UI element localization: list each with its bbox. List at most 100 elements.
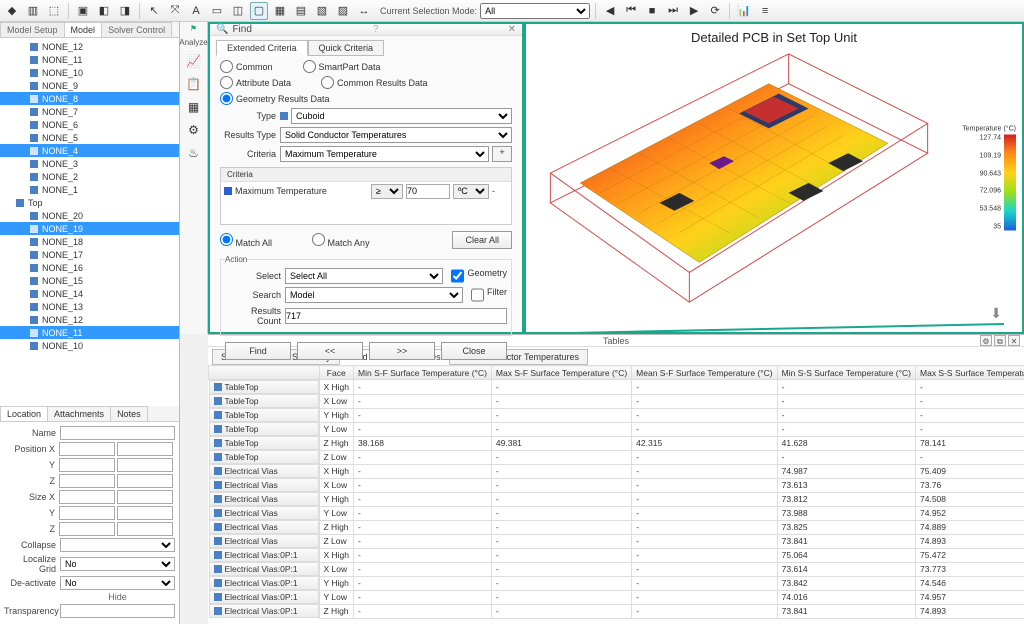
posx-unit[interactable] [117,442,173,456]
sizex-field[interactable] [59,490,115,504]
find-button[interactable]: Find [225,342,291,360]
tree-item[interactable]: NONE_7 [0,105,179,118]
tree-item[interactable]: NONE_10 [0,339,179,352]
sizey-unit[interactable] [117,506,173,520]
analyze-table-icon[interactable]: ▦ [185,98,203,116]
tool-move-icon[interactable]: ⤧ [166,2,184,20]
sizey-field[interactable] [59,506,115,520]
clear-all-button[interactable]: Clear All [452,231,512,249]
table-row[interactable]: Electrical ViasY Low---73.98874.95274.35… [209,506,1024,520]
column-header[interactable]: Max S-S Surface Temperature (°C) [916,366,1024,380]
posz-unit[interactable] [117,474,173,488]
tool-ruler-icon[interactable]: ↔ [355,2,373,20]
refresh-icon[interactable]: ⟳ [706,2,724,20]
next-button[interactable]: >> [369,342,435,360]
tree-item[interactable]: NONE_14 [0,287,179,300]
play-prev-icon[interactable]: ⏮ [622,2,640,20]
tool-app-icon[interactable]: ◆ [3,2,21,20]
tree-item[interactable]: NONE_4 [0,144,179,157]
tree-item[interactable]: NONE_17 [0,248,179,261]
tool-cube-icon[interactable]: ◧ [95,2,113,20]
tree-item[interactable]: NONE_2 [0,170,179,183]
column-header[interactable] [209,366,320,380]
radio-commonres[interactable]: Common Results Data [321,76,428,89]
criteria-op-select[interactable]: ≥ [371,184,403,199]
tree-item[interactable]: NONE_6 [0,118,179,131]
tab-location[interactable]: Location [0,406,48,421]
table-row[interactable]: Electrical ViasZ High---73.82574.88974.1… [209,520,1024,534]
radio-common[interactable]: Common [220,60,273,73]
tree-item[interactable]: NONE_11 [0,53,179,66]
table-row[interactable]: TableTopX High----------- [209,380,1024,395]
tool-select-icon[interactable]: ↖ [145,2,163,20]
table-row[interactable]: Electrical ViasY High---73.81274.50874.0… [209,492,1024,506]
selection-mode-select[interactable]: All [480,3,590,19]
table-row[interactable]: TableTopY High----------- [209,408,1024,422]
radio-attribute[interactable]: Attribute Data [220,76,291,89]
tool-frame-icon[interactable]: ▢ [250,2,268,20]
tool-palette-icon[interactable]: ▦ [271,2,289,20]
tree-item[interactable]: NONE_11 [0,326,179,339]
prev-button[interactable]: << [297,342,363,360]
tree-item[interactable]: NONE_16 [0,261,179,274]
tool-grid-icon[interactable]: ▤ [292,2,310,20]
table-close-icon[interactable]: ✕ [1008,335,1020,346]
table-row[interactable]: Electrical Vias:0P:1Z High---73.84174.89… [209,604,1024,618]
tool-layers2-icon[interactable]: ▨ [334,2,352,20]
tree-item[interactable]: NONE_10 [0,66,179,79]
tree-item[interactable]: NONE_12 [0,313,179,326]
column-header[interactable]: Face [319,366,354,380]
help-icon[interactable]: ? [373,24,379,35]
tree-item[interactable]: NONE_8 [0,92,179,105]
tab-model[interactable]: Model [64,22,103,37]
tool-text-icon[interactable]: A [187,2,205,20]
table-row[interactable]: Electrical Vias:0P:1X Low---73.61473.773… [209,562,1024,576]
tab-solver-control[interactable]: Solver Control [101,22,172,37]
tree-item[interactable]: NONE_13 [0,300,179,313]
filter-chk[interactable]: Filter [471,287,507,303]
play-first-icon[interactable]: ◀ [601,2,619,20]
sizex-unit[interactable] [117,490,173,504]
analyze-plot-icon[interactable]: 📈 [185,52,203,70]
data-table-scroll[interactable]: FaceMin S-F Surface Temperature (°C) Max … [208,365,1024,624]
select-mode-select[interactable]: Select All [285,268,443,284]
report-icon[interactable]: ≡ [756,2,774,20]
posy-unit[interactable] [117,458,173,472]
table-row[interactable]: Electrical ViasZ Low---73.84174.89374.20… [209,534,1024,548]
geometry-chk[interactable]: Geometry [451,268,507,284]
sizez-unit[interactable] [117,522,173,536]
column-header[interactable]: Mean S-F Surface Temperature (°C) [632,366,777,380]
transparency-field[interactable] [60,604,175,618]
deactivate-select[interactable]: No [60,576,175,590]
table-row[interactable]: Electrical ViasX High---74.98775.40975.1… [209,464,1024,478]
collapse-select[interactable] [60,538,175,552]
posy-field[interactable] [59,458,115,472]
column-header[interactable]: Min S-S Surface Temperature (°C) [777,366,915,380]
tree-item[interactable]: NONE_1 [0,183,179,196]
tab-extended-criteria[interactable]: Extended Criteria [216,40,308,56]
add-criteria-button[interactable]: + [492,146,512,162]
radio-match-all[interactable]: Match All [220,233,272,248]
criteria-unit-select[interactable]: ºC [453,184,489,199]
tab-attachments[interactable]: Attachments [47,406,111,421]
table-gear-icon[interactable]: ⚙ [980,335,992,346]
tool-area-icon[interactable]: ▭ [208,2,226,20]
radio-geomres[interactable]: Geometry Results Data [220,92,330,105]
tree-item[interactable]: NONE_15 [0,274,179,287]
tab-quick-criteria[interactable]: Quick Criteria [308,40,385,56]
tree-item[interactable]: NONE_5 [0,131,179,144]
posx-field[interactable] [59,442,115,456]
tree-item[interactable]: NONE_20 [0,209,179,222]
tool-layers-icon[interactable]: ▧ [313,2,331,20]
tool-items-icon[interactable]: ▥ [24,2,42,20]
column-header[interactable]: Min S-F Surface Temperature (°C) [354,366,492,380]
radio-match-any[interactable]: Match Any [312,233,370,248]
posz-field[interactable] [59,474,115,488]
criteria-value-field[interactable] [406,184,450,199]
criteria-row[interactable]: Maximum Temperature ≥ ºC - [221,182,511,200]
play-next-icon[interactable]: ⏭ [664,2,682,20]
sizez-field[interactable] [59,522,115,536]
tree-item[interactable]: NONE_19 [0,222,179,235]
tree-item[interactable]: NONE_12 [0,40,179,53]
table-row[interactable]: TableTopZ High38.16849.38142.31541.62878… [209,436,1024,450]
